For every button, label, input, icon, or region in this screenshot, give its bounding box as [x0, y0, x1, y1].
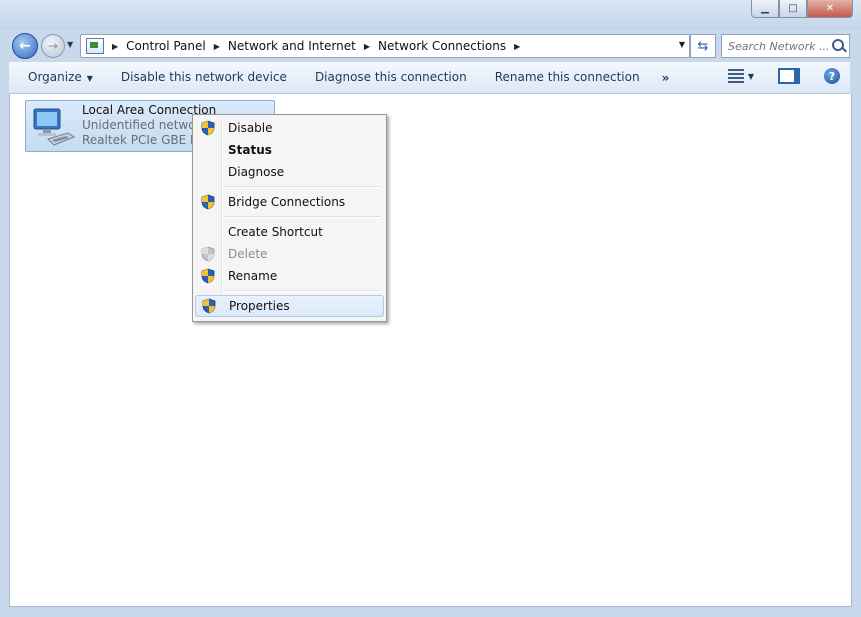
- help-icon[interactable]: ?: [824, 68, 840, 84]
- address-bar[interactable]: ▶ Control Panel ▶ Network and Internet ▶…: [80, 34, 690, 58]
- maximize-button[interactable]: □: [779, 0, 807, 18]
- organize-menu[interactable]: Organize ▼: [9, 62, 107, 93]
- menu-item-label: Delete: [228, 247, 268, 261]
- change-view-icon[interactable]: [727, 69, 744, 83]
- diagnose-connection-button[interactable]: Diagnose this connection: [301, 62, 481, 93]
- uac-shield-icon: [202, 298, 216, 314]
- back-arrow-icon: ←: [19, 38, 31, 54]
- more-commands-button[interactable]: »: [654, 71, 678, 85]
- refresh-icon: ⇆: [697, 38, 709, 54]
- menu-item-diagnose[interactable]: Diagnose: [195, 161, 382, 183]
- menu-item-create-shortcut[interactable]: Create Shortcut: [195, 221, 382, 243]
- breadcrumb-control-panel[interactable]: Control Panel: [126, 39, 206, 53]
- forward-arrow-icon: →: [47, 39, 59, 53]
- menu-item-properties[interactable]: Properties: [195, 295, 384, 317]
- back-button[interactable]: ←: [12, 33, 38, 59]
- chevron-right-icon[interactable]: ▶: [214, 42, 220, 51]
- navigation-bar: ← → ▼ ▶ Control Panel ▶ Network and Inte…: [0, 30, 861, 60]
- menu-separator: [224, 216, 380, 218]
- search-box[interactable]: [721, 34, 850, 58]
- search-input[interactable]: [726, 36, 830, 56]
- command-bar: Organize ▼ Disable this network device Di…: [9, 62, 850, 94]
- chevron-down-icon[interactable]: ▼: [748, 72, 754, 81]
- menu-item-rename[interactable]: Rename: [195, 265, 382, 287]
- menu-item-label: Rename: [228, 269, 278, 283]
- address-dropdown-icon[interactable]: ▼: [679, 40, 685, 49]
- disable-device-button[interactable]: Disable this network device: [107, 62, 301, 93]
- menu-separator: [224, 290, 380, 292]
- view-controls: ▼ ?: [727, 68, 840, 84]
- forward-button[interactable]: →: [41, 34, 65, 58]
- breadcrumb-network-connections[interactable]: Network Connections: [378, 39, 506, 53]
- minimize-button[interactable]: ▁: [751, 0, 779, 18]
- menu-item-label: Status: [228, 143, 272, 157]
- organize-label: Organize: [28, 70, 82, 84]
- window-controls: ▁ □ ✕: [751, 0, 853, 19]
- breadcrumb-network-and-internet[interactable]: Network and Internet: [228, 39, 356, 53]
- chevron-down-icon: ▼: [86, 74, 93, 83]
- menu-item-label: Bridge Connections: [228, 195, 346, 209]
- chevron-right-icon[interactable]: ▶: [112, 42, 118, 51]
- search-icon[interactable]: [832, 39, 844, 51]
- close-button[interactable]: ✕: [807, 0, 853, 18]
- window-bottom-border: [0, 607, 861, 617]
- preview-pane-icon[interactable]: [778, 68, 800, 84]
- uac-shield-icon: [201, 268, 215, 284]
- menu-item-label: Create Shortcut: [228, 225, 323, 239]
- refresh-button[interactable]: ⇆: [690, 34, 716, 58]
- menu-item-label: Properties: [229, 299, 290, 313]
- menu-item-status[interactable]: Status: [195, 139, 382, 161]
- menu-separator: [224, 186, 380, 188]
- uac-shield-icon: [201, 246, 215, 262]
- control-panel-icon: [86, 38, 104, 54]
- menu-item-bridge-connections[interactable]: Bridge Connections: [195, 191, 382, 213]
- uac-shield-icon: [201, 194, 215, 210]
- menu-item-disable[interactable]: Disable: [195, 117, 382, 139]
- title-bar: ▁ □ ✕: [0, 0, 861, 30]
- uac-shield-icon: [201, 120, 215, 136]
- menu-item-label: Diagnose: [228, 165, 285, 179]
- context-menu: Disable Status Diagnose Bridge Connectio…: [192, 114, 387, 322]
- connections-view: Local Area Connection Unidentified netwo…: [9, 94, 852, 607]
- chevron-right-icon[interactable]: ▶: [514, 42, 520, 51]
- network-adapter-icon: [33, 108, 76, 146]
- recent-pages-dropdown[interactable]: ▼: [67, 40, 73, 49]
- chevron-right-icon[interactable]: ▶: [364, 42, 370, 51]
- menu-item-label: Disable: [228, 121, 273, 135]
- rename-connection-button[interactable]: Rename this connection: [481, 62, 654, 93]
- menu-item-delete[interactable]: Delete: [195, 243, 382, 265]
